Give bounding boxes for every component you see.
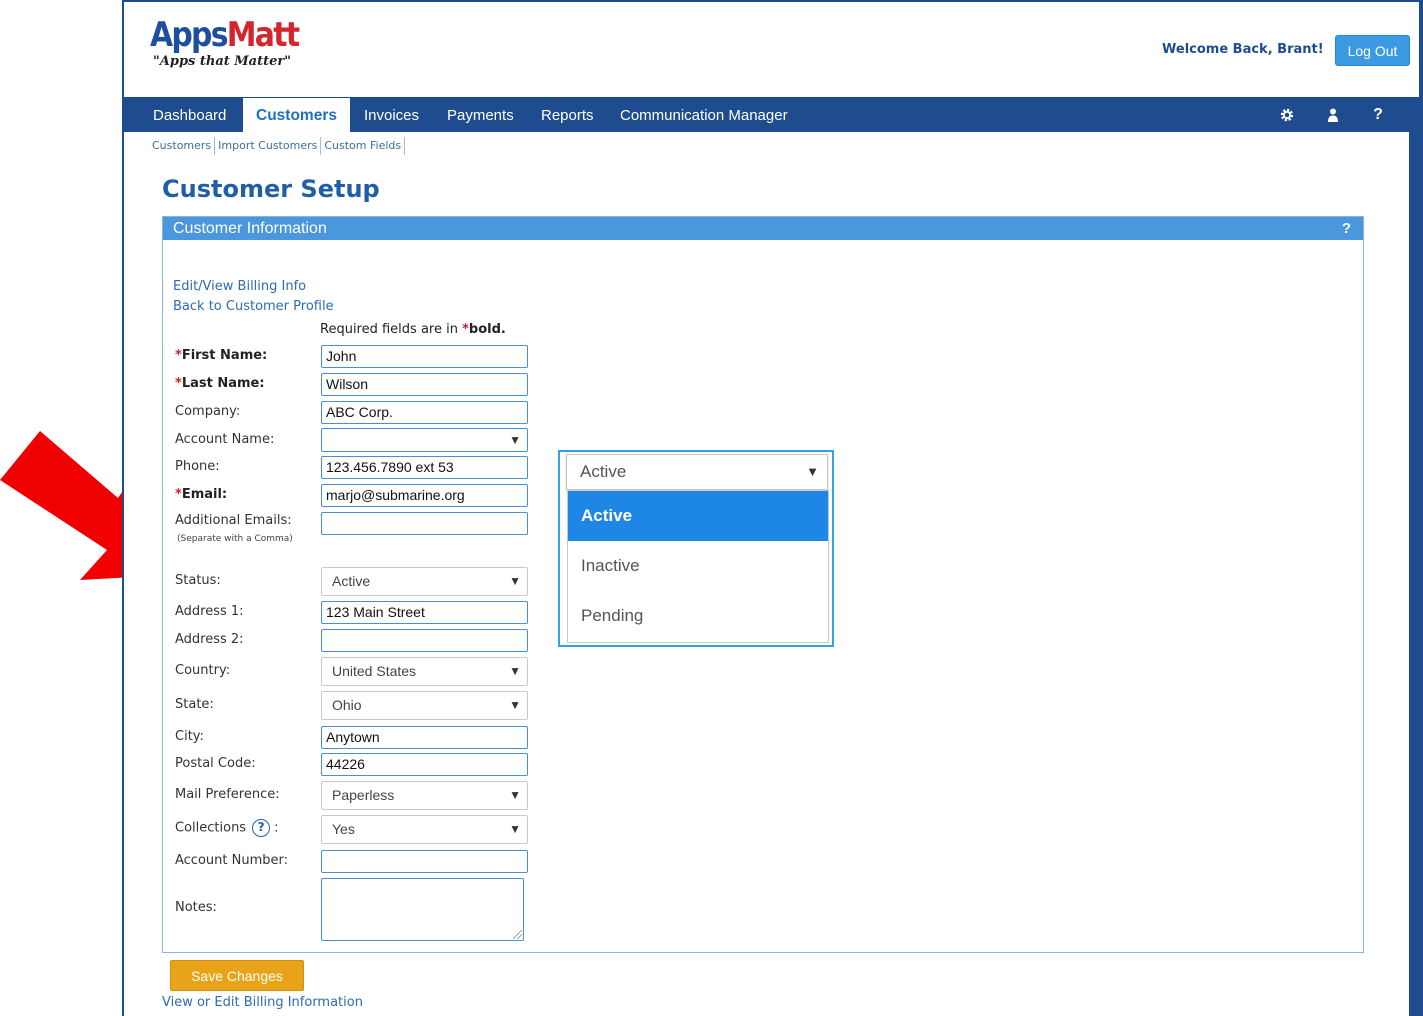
last-name-label: *Last Name: [175,376,265,391]
sub-nav: Customers Import Customers Custom Fields [150,137,406,155]
phone-label: Phone: [175,459,220,474]
status-select[interactable]: Active ▼ [321,567,528,596]
last-name-field[interactable]: Wilson [321,373,528,396]
chevron-down-icon: ▼ [509,788,521,802]
gear-icon[interactable] [1276,98,1298,132]
company-field[interactable]: ABC Corp. [321,401,528,424]
postal-code-field[interactable]: 44226 [321,753,528,776]
nav-invoices[interactable]: Invoices [364,98,419,132]
status-dropdown-value: Active [580,462,627,481]
country-value: United States [332,663,417,679]
main-nav: Dashboard Customers Invoices Payments Re… [124,98,1419,132]
city-label: City: [175,729,204,744]
chevron-down-icon: ▼ [509,433,521,447]
account-name-label: Account Name: [175,432,275,447]
city-field[interactable]: Anytown [321,726,528,749]
mail-preference-value: Paperless [332,787,395,803]
email-field[interactable]: marjo@submarine.org [321,484,528,507]
welcome-message: Welcome Back, Brant! [1162,42,1324,57]
required-note: Required fields are in *bold. [320,322,506,337]
save-changes-button[interactable]: Save Changes [170,960,304,991]
nav-dashboard[interactable]: Dashboard [153,98,226,132]
chevron-down-icon: ▼ [509,822,521,836]
subnav-custom-fields[interactable]: Custom Fields [322,139,403,152]
additional-emails-hint: (Separate with a Comma) [177,534,293,544]
address1-label: Address 1: [175,604,244,619]
state-label: State: [175,697,214,712]
notes-textarea[interactable] [321,878,524,941]
resize-handle-icon[interactable] [513,930,522,939]
status-dropdown-zoom: Active ▼ Active Inactive Pending [558,450,834,647]
account-name-select[interactable]: ▼ [321,428,528,452]
status-option-inactive[interactable]: Inactive [568,541,828,591]
status-option-pending[interactable]: Pending [568,591,828,641]
user-icon[interactable] [1322,98,1344,132]
chevron-down-icon: ▼ [509,574,521,588]
panel-help-icon[interactable]: ? [1342,217,1351,240]
country-label: Country: [175,663,231,678]
additional-emails-field[interactable] [321,512,528,535]
country-select[interactable]: United States ▼ [321,657,528,686]
nav-reports[interactable]: Reports [541,98,594,132]
address1-field[interactable]: 123 Main Street [321,601,528,624]
address2-label: Address 2: [175,632,244,647]
account-number-label: Account Number: [175,853,288,868]
back-to-profile-link[interactable]: Back to Customer Profile [173,299,334,314]
address2-field[interactable] [321,629,528,652]
help-circle-icon[interactable]: ? [252,819,271,837]
email-label: *Email: [175,487,228,502]
first-name-field[interactable]: John [321,345,528,368]
notes-label: Notes: [175,900,217,915]
mail-preference-select[interactable]: Paperless ▼ [321,781,528,810]
nav-payments[interactable]: Payments [447,98,514,132]
logo-tagline: "Apps that Matter" [153,54,292,69]
page-title: Customer Setup [162,175,380,203]
subnav-divider [404,137,406,155]
phone-field[interactable]: 123.456.7890 ext 53 [321,456,528,479]
collections-select[interactable]: Yes ▼ [321,815,528,844]
postal-code-label: Postal Code: [175,756,256,771]
status-label: Status: [175,573,221,588]
status-value: Active [332,573,371,589]
nav-communication-manager[interactable]: Communication Manager [620,98,788,132]
panel-header: Customer Information ? [163,217,1363,240]
subnav-import-customers[interactable]: Import Customers [216,139,319,152]
header-bar: AppsMatt "Apps that Matter" Welcome Back… [124,2,1419,97]
panel-title: Customer Information [173,220,327,237]
state-value: Ohio [332,697,362,713]
company-label: Company: [175,404,241,419]
status-dropdown-select[interactable]: Active ▼ [566,454,828,490]
status-dropdown-list: Active Inactive Pending [567,490,829,643]
edit-billing-link[interactable]: Edit/View Billing Info [173,279,306,294]
chevron-down-icon: ▼ [509,664,521,678]
additional-emails-label: Additional Emails: [175,513,292,528]
nav-customers[interactable]: Customers [243,98,350,132]
billing-info-link[interactable]: View or Edit Billing Information [162,995,363,1010]
account-number-field[interactable] [321,850,528,873]
help-icon[interactable]: ? [1367,98,1389,132]
logout-button[interactable]: Log Out [1335,35,1410,66]
collections-label: Collections?: [175,819,279,837]
mail-preference-label: Mail Preference: [175,787,280,802]
chevron-down-icon: ▼ [509,698,521,712]
logo[interactable]: AppsMatt "Apps that Matter" [150,16,319,69]
status-option-active[interactable]: Active [568,491,828,541]
state-select[interactable]: Ohio ▼ [321,691,528,720]
chevron-down-icon: ▼ [806,464,819,479]
subnav-customers[interactable]: Customers [150,139,213,152]
collections-value: Yes [332,821,355,837]
first-name-label: *First Name: [175,348,268,363]
logo-wordmark: AppsMatt [150,15,300,55]
